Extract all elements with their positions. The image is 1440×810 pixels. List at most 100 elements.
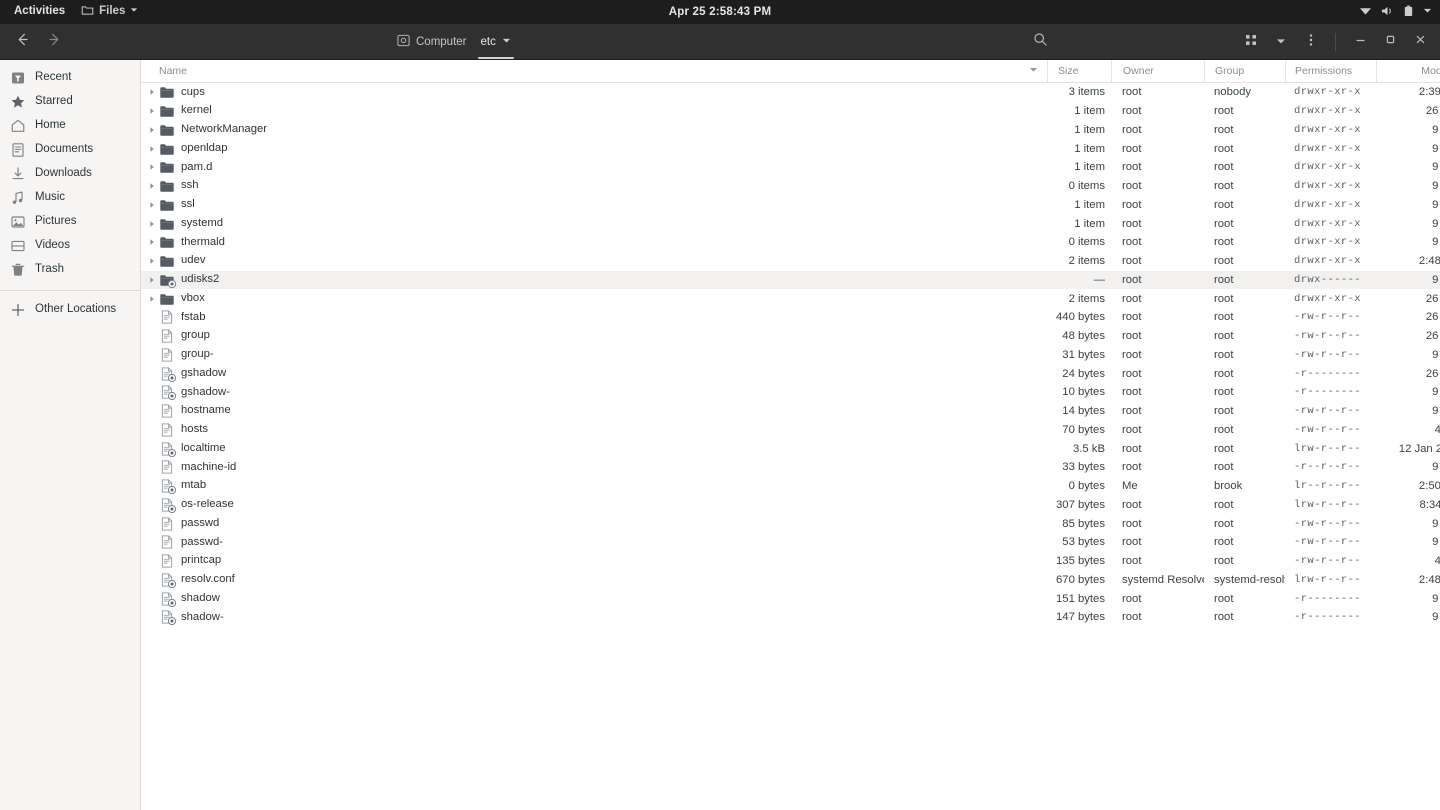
row-expander-icon[interactable] xyxy=(145,238,159,246)
sidebar-item-starred[interactable]: Starred xyxy=(5,90,135,114)
column-header-name[interactable]: Name xyxy=(141,60,1047,83)
back-button[interactable] xyxy=(8,29,36,55)
close-button[interactable] xyxy=(1406,29,1434,55)
file-name-cell[interactable]: localtime xyxy=(141,439,1047,458)
file-name-cell[interactable]: cups xyxy=(141,83,1047,102)
table-row[interactable]: localtime 3.5 kB root root lrw-r--r-- 12… xyxy=(141,439,1440,458)
row-expander-icon[interactable] xyxy=(145,276,159,284)
breadcrumb-item-computer[interactable]: Computer xyxy=(390,29,474,55)
row-expander-icon[interactable] xyxy=(145,163,159,171)
table-row[interactable]: shadow 151 bytes root root -r-------- 9 … xyxy=(141,589,1440,608)
sidebar-item-recent[interactable]: Recent xyxy=(5,66,135,90)
table-row[interactable]: systemd 1 item root root drwxr-xr-x 9 Ma… xyxy=(141,214,1440,233)
table-row[interactable]: hosts 70 bytes root root -rw-r--r-- 4 Ap… xyxy=(141,421,1440,440)
table-row[interactable]: printcap 135 bytes root root -rw-r--r-- … xyxy=(141,552,1440,571)
file-name-cell[interactable]: udev xyxy=(141,252,1047,271)
row-expander-icon[interactable] xyxy=(145,220,159,228)
file-name-cell[interactable]: hosts xyxy=(141,421,1047,440)
minimize-button[interactable] xyxy=(1346,29,1374,55)
row-expander-icon[interactable] xyxy=(145,295,159,303)
sidebar-item-other-locations[interactable]: Other Locations xyxy=(5,298,135,322)
table-row[interactable]: pam.d 1 item root root drwxr-xr-x 9 Mar xyxy=(141,158,1440,177)
file-name-cell[interactable]: group xyxy=(141,327,1047,346)
file-name-cell[interactable]: openldap xyxy=(141,139,1047,158)
row-expander-icon[interactable] xyxy=(145,88,159,96)
row-expander-icon[interactable] xyxy=(145,182,159,190)
file-name-cell[interactable]: kernel xyxy=(141,102,1047,121)
file-name-cell[interactable]: shadow xyxy=(141,589,1047,608)
table-row[interactable]: kernel 1 item root root drwxr-xr-x 26 Ma… xyxy=(141,102,1440,121)
column-header-permissions[interactable]: Permissions xyxy=(1285,59,1376,83)
sidebar-item-documents[interactable]: Documents xyxy=(5,138,135,162)
row-expander-icon[interactable] xyxy=(145,201,159,209)
file-name-cell[interactable]: printcap xyxy=(141,552,1047,571)
table-row[interactable]: cups 3 items root nobody drwxr-xr-x 2:39… xyxy=(141,83,1440,102)
file-name-cell[interactable]: pam.d xyxy=(141,158,1047,177)
sidebar-item-music[interactable]: Music xyxy=(5,186,135,210)
row-expander-icon[interactable] xyxy=(145,126,159,134)
table-row[interactable]: thermald 0 items root root drwxr-xr-x 9 … xyxy=(141,233,1440,252)
table-row[interactable]: hostname 14 bytes root root -rw-r--r-- 9… xyxy=(141,402,1440,421)
column-header-size[interactable]: Size xyxy=(1047,59,1111,83)
row-expander-icon[interactable] xyxy=(145,145,159,153)
sidebar-item-home[interactable]: Home xyxy=(5,114,135,138)
file-name-cell[interactable]: shadow- xyxy=(141,608,1047,627)
file-name-cell[interactable]: passwd- xyxy=(141,533,1047,552)
table-row[interactable]: passwd 85 bytes root root -rw-r--r-- 9 M… xyxy=(141,514,1440,533)
table-row[interactable]: vbox 2 items root root drwxr-xr-x 26 Mar xyxy=(141,289,1440,308)
file-name-cell[interactable]: fstab xyxy=(141,308,1047,327)
file-name-cell[interactable]: group- xyxy=(141,346,1047,365)
file-name-cell[interactable]: NetworkManager xyxy=(141,121,1047,140)
table-row[interactable]: fstab 440 bytes root root -rw-r--r-- 26 … xyxy=(141,308,1440,327)
file-name-cell[interactable]: mtab xyxy=(141,477,1047,496)
search-button[interactable] xyxy=(1026,29,1054,55)
table-row[interactable]: os-release 307 bytes root root lrw-r--r-… xyxy=(141,496,1440,515)
file-name-cell[interactable]: hostname xyxy=(141,402,1047,421)
view-grid-button[interactable] xyxy=(1237,29,1265,55)
sidebar-item-videos[interactable]: Videos xyxy=(5,234,135,258)
file-name-cell[interactable]: machine-id xyxy=(141,458,1047,477)
file-name-cell[interactable]: ssl xyxy=(141,196,1047,215)
table-row[interactable]: machine-id 33 bytes root root -r--r--r--… xyxy=(141,458,1440,477)
file-name-cell[interactable]: vbox xyxy=(141,289,1047,308)
file-name-cell[interactable]: gshadow xyxy=(141,364,1047,383)
table-row[interactable]: NetworkManager 1 item root root drwxr-xr… xyxy=(141,121,1440,140)
sidebar-item-pictures[interactable]: Pictures xyxy=(5,210,135,234)
row-expander-icon[interactable] xyxy=(145,107,159,115)
table-row[interactable]: udev 2 items root root drwxr-xr-x 2:48 P… xyxy=(141,252,1440,271)
forward-button[interactable] xyxy=(40,29,68,55)
table-row[interactable]: passwd- 53 bytes root root -rw-r--r-- 9 … xyxy=(141,533,1440,552)
table-row[interactable]: gshadow 24 bytes root root -r-------- 26… xyxy=(141,364,1440,383)
table-row[interactable]: gshadow- 10 bytes root root -r-------- 9… xyxy=(141,383,1440,402)
file-name-cell[interactable]: passwd xyxy=(141,514,1047,533)
table-row[interactable]: openldap 1 item root root drwxr-xr-x 9 M… xyxy=(141,139,1440,158)
breadcrumb-item-etc[interactable]: etc xyxy=(474,29,518,59)
table-row[interactable]: group 48 bytes root root -rw-r--r-- 26 M… xyxy=(141,327,1440,346)
table-row[interactable]: group- 31 bytes root root -rw-r--r-- 9 M… xyxy=(141,346,1440,365)
table-row[interactable]: resolv.conf 670 bytes systemd Resolver s… xyxy=(141,571,1440,590)
sidebar-item-downloads[interactable]: Downloads xyxy=(5,162,135,186)
table-row[interactable]: ssl 1 item root root drwxr-xr-x 9 Mar xyxy=(141,196,1440,215)
file-name-cell[interactable]: udisks2 xyxy=(141,271,1047,290)
file-name-cell[interactable]: resolv.conf xyxy=(141,571,1047,590)
table-row[interactable]: ssh 0 items root root drwxr-xr-x 9 Mar xyxy=(141,177,1440,196)
table-row[interactable]: mtab 0 bytes Me brook lr--r--r-- 2:50 PM xyxy=(141,477,1440,496)
sidebar-item-trash[interactable]: Trash xyxy=(5,258,135,282)
file-name-cell[interactable]: ssh xyxy=(141,177,1047,196)
table-row[interactable]: udisks2 — root root drwx------ 9 Mar xyxy=(141,270,1440,290)
clock[interactable]: Apr 25 2:58:43 PM xyxy=(669,6,771,18)
main-menu-button[interactable] xyxy=(1297,29,1325,55)
column-header-modified[interactable]: Modified xyxy=(1376,59,1440,83)
file-name-cell[interactable]: systemd xyxy=(141,214,1047,233)
file-name-cell[interactable]: gshadow- xyxy=(141,383,1047,402)
column-header-group[interactable]: Group xyxy=(1204,59,1285,83)
maximize-button[interactable] xyxy=(1376,29,1404,55)
app-menu-button[interactable]: Files xyxy=(73,1,146,24)
row-expander-icon[interactable] xyxy=(145,257,159,265)
system-status-area[interactable] xyxy=(1359,0,1432,24)
activities-button[interactable]: Activities xyxy=(6,3,73,21)
file-name-cell[interactable]: os-release xyxy=(141,496,1047,515)
file-name-cell[interactable]: thermald xyxy=(141,233,1047,252)
table-row[interactable]: shadow- 147 bytes root root -r-------- 9… xyxy=(141,608,1440,627)
view-options-dropdown[interactable] xyxy=(1267,29,1295,55)
